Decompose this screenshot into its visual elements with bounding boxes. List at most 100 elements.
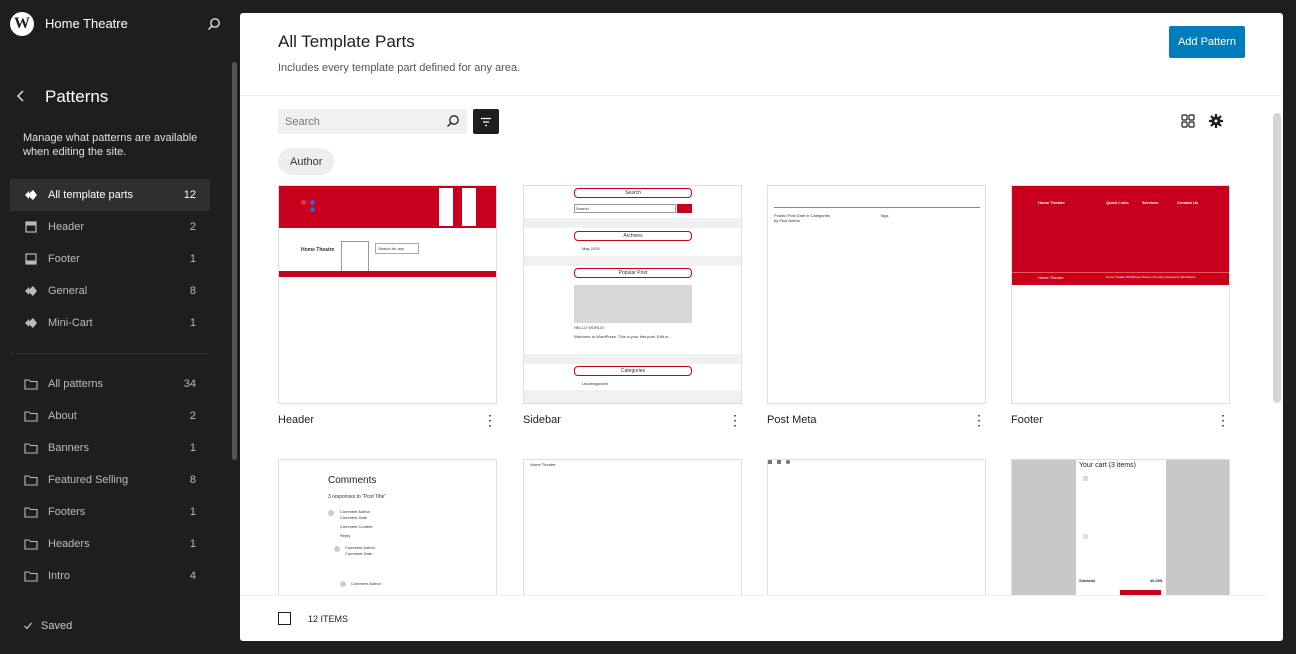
card-title[interactable]: Header — [278, 414, 314, 426]
thumb-archives-heading: Archives — [574, 231, 692, 241]
card-footer: Footer ⋮ — [1011, 404, 1230, 436]
folder-icon — [23, 504, 39, 520]
back-chevron-icon[interactable] — [16, 89, 30, 105]
nav-item-mini-cart[interactable]: Mini-Cart 1 — [10, 307, 210, 339]
nav-item-count: 1 — [189, 538, 196, 550]
wordpress-logo-icon[interactable]: W — [10, 11, 34, 36]
more-actions-icon[interactable]: ⋮ — [483, 412, 497, 429]
nav-item-headers[interactable]: Headers 1 — [10, 528, 210, 560]
nav-item-count: 34 — [183, 378, 196, 390]
nav-item-count: 2 — [189, 221, 196, 233]
select-all-checkbox[interactable] — [278, 612, 291, 625]
card-title[interactable]: Post Meta — [767, 414, 817, 426]
author-filter-chip[interactable]: Author — [278, 148, 335, 175]
thumb-footer-brand: Home Theatre — [1038, 200, 1065, 205]
nav-item-footer[interactable]: Footer 1 — [10, 243, 210, 275]
nav-item-general[interactable]: General 8 — [10, 275, 210, 307]
thumb-post-excerpt: Welcome to WordPress. This is your first… — [574, 334, 672, 339]
card-preview[interactable]: Posted Post Date in Categories by Post A… — [767, 185, 986, 404]
thumb-footer-col1: Quick Links — [1106, 200, 1129, 205]
thumb-categories-heading: Categories — [574, 366, 692, 376]
nav-item-label: Footers — [48, 506, 86, 518]
thumb-popular-heading: Popular Post — [574, 268, 692, 278]
toolbar: Author — [240, 96, 1283, 175]
thumb-footer-bottom-right: Home Theatre WordPress Theme | Proudly p… — [1106, 275, 1196, 279]
thumb-cart-subtotal: Subtotal — [1079, 578, 1095, 583]
saved-label: Saved — [41, 620, 73, 632]
card-footer: Sidebar ⋮ — [523, 404, 742, 436]
nav-item-header[interactable]: Header 2 — [10, 211, 210, 243]
footer-icon — [23, 251, 39, 267]
template-part-card[interactable]: Search Search Archives May 2025 Popular … — [523, 185, 742, 436]
card-preview[interactable]: Search Search Archives May 2025 Popular … — [523, 185, 742, 404]
thumb-site-name: Home Theatre — [530, 462, 556, 467]
card-preview[interactable]: Home Theatre Quick Links Services Contac… — [1011, 185, 1230, 404]
card-preview[interactable]: Home Theatre Search for any — [278, 185, 497, 404]
more-actions-icon[interactable]: ⋮ — [972, 412, 986, 429]
template-part-card[interactable]: Home Theatre Quick Links Services Contac… — [1011, 185, 1230, 436]
nav-item-count: 1 — [189, 317, 196, 329]
nav-item-count: 1 — [189, 442, 196, 454]
main-content: All Template Parts Includes every templa… — [240, 13, 1283, 641]
card-footer: Post Meta ⋮ — [767, 404, 986, 436]
thumb-site-name: Home Theatre — [301, 247, 335, 253]
nav-item-featured-selling[interactable]: Featured Selling 8 — [10, 464, 210, 496]
nav-item-banners[interactable]: Banners 1 — [10, 432, 210, 464]
symbol-icon — [23, 315, 39, 331]
thumb-comment-author: Comment Author — [340, 509, 371, 514]
nav-item-count: 1 — [189, 506, 196, 518]
nav-divider — [10, 353, 210, 354]
search-icon[interactable] — [204, 14, 224, 34]
template-part-card[interactable]: Posted Post Date in Categories by Post A… — [767, 185, 986, 436]
nav-item-count: 1 — [189, 253, 196, 265]
folder-icon — [23, 376, 39, 392]
thumb-meta-line2: by Post Author — [774, 218, 801, 223]
filter-button[interactable] — [473, 109, 499, 134]
thumb-comments-subtitle: 3 responses to “Post Title” — [328, 494, 387, 500]
nav-item-label: General — [48, 285, 88, 297]
thumb-comment-reply: Reply — [340, 533, 351, 538]
check-icon — [24, 622, 32, 630]
sidebar: W Home Theatre Patterns Manage what patt… — [0, 0, 240, 654]
nav-item-intro[interactable]: Intro 4 — [10, 560, 210, 592]
nav-item-label: All patterns — [48, 378, 104, 390]
pane-header: Patterns — [0, 77, 240, 117]
nav-item-about[interactable]: About 2 — [10, 400, 210, 432]
thumb-comments-title: Comments — [328, 475, 377, 486]
more-actions-icon[interactable]: ⋮ — [1216, 412, 1230, 429]
page-header: All Template Parts Includes every templa… — [240, 13, 1283, 96]
nav-item-footers[interactable]: Footers 1 — [10, 496, 210, 528]
thumb-cart-total: 40.00$ — [1150, 578, 1163, 583]
thumb-footer-col3: Contact Us — [1177, 200, 1199, 205]
search-icon[interactable] — [446, 114, 460, 128]
patterns-nav: All template parts 12 Header 2 Footer 1 Genera… — [0, 179, 230, 592]
card-footer: Header ⋮ — [278, 404, 497, 436]
symbol-icon — [23, 283, 39, 299]
site-title[interactable]: Home Theatre — [45, 16, 204, 31]
grid-layout-icon[interactable] — [1180, 113, 1196, 129]
nav-item-label: Footer — [48, 253, 80, 265]
thumb-footer-col2: Services — [1142, 200, 1159, 205]
folder-icon — [23, 408, 39, 424]
card-title[interactable]: Sidebar — [523, 414, 561, 426]
site-hub: W Home Theatre — [0, 0, 240, 47]
thumb-comment-date: Comment Date — [345, 551, 372, 556]
nav-item-all-template-parts[interactable]: All template parts 12 — [10, 179, 210, 211]
folder-icon — [23, 440, 39, 456]
gear-icon[interactable] — [1208, 113, 1224, 129]
thumb-footer-bottom-left: Home Theatre — [1038, 275, 1064, 280]
thumb-category-item: Uncategorized — [582, 381, 608, 386]
nav-item-count: 2 — [189, 410, 196, 422]
template-part-card[interactable]: Home Theatre Search for any Header ⋮ — [278, 185, 497, 436]
sidebar-scrollbar[interactable] — [232, 62, 237, 460]
more-actions-icon[interactable]: ⋮ — [728, 412, 742, 429]
add-pattern-button[interactable]: Add Pattern — [1169, 26, 1245, 58]
thumb-meta-tags: Tags — [880, 213, 889, 218]
card-title[interactable]: Footer — [1011, 414, 1043, 426]
nav-item-all-patterns[interactable]: All patterns 34 — [10, 368, 210, 400]
main-scrollbar[interactable] — [1273, 113, 1281, 403]
bulk-actions-footer: 12 ITEMS — [240, 595, 1268, 641]
search-input[interactable] — [278, 109, 467, 134]
page-title: All Template Parts — [278, 32, 415, 51]
nav-item-label: All template parts — [48, 189, 133, 201]
